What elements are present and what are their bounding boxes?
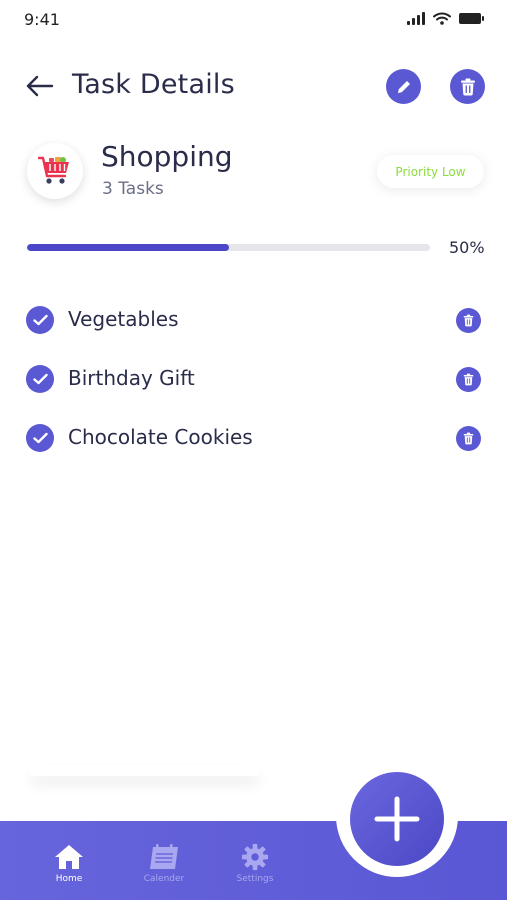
check-icon [32,373,48,385]
trash-icon [463,373,474,386]
add-task-button[interactable] [350,772,444,866]
task-label: Chocolate Cookies [68,425,253,449]
shopping-cart-icon [38,156,69,184]
check-icon [32,314,48,326]
task-item[interactable]: Vegetables [0,300,507,340]
check-icon [32,432,48,444]
task-delete-button[interactable] [456,426,481,451]
task-item[interactable]: Chocolate Cookies [0,418,507,458]
task-label: Birthday Gift [68,366,195,390]
nav-calendar[interactable]: Calender [129,843,199,884]
battery-icon [459,13,484,24]
task-delete-button[interactable] [456,308,481,333]
page-title: Task Details [72,69,235,100]
delete-list-button[interactable] [450,69,485,104]
edit-button[interactable] [386,69,421,104]
home-icon [55,845,83,869]
progress-label: 50% [449,238,485,257]
task-checkbox[interactable] [26,365,54,393]
task-delete-button[interactable] [456,367,481,392]
gear-icon [241,843,269,871]
nav-home-label: Home [55,874,83,884]
status-time: 9:41 [24,10,60,29]
nav-home[interactable]: Home [34,843,104,884]
status-icons [407,12,484,25]
plus-icon [374,796,420,842]
task-count: 3 Tasks [102,179,164,199]
category-icon [27,143,83,199]
trash-icon [463,432,474,445]
priority-badge: Priority Low [377,155,484,188]
back-arrow-icon [26,75,54,97]
card-shadow [30,766,260,776]
nav-calendar-label: Calender [143,874,185,884]
back-button[interactable] [24,70,56,102]
calendar-icon [150,844,178,869]
progress-fill [27,244,229,251]
task-checkbox[interactable] [26,424,54,452]
category-name: Shopping [101,140,233,173]
trash-icon [463,314,474,327]
wifi-icon [433,12,451,25]
signal-icon [407,12,425,25]
task-item[interactable]: Birthday Gift [0,359,507,399]
nav-settings-label: Settings [236,874,274,884]
progress-bar [27,244,430,251]
task-label: Vegetables [68,307,179,331]
task-checkbox[interactable] [26,306,54,334]
nav-settings[interactable]: Settings [220,843,290,884]
trash-icon [460,78,475,95]
status-bar: 9:41 [0,0,507,40]
edit-pencil-icon [397,80,410,93]
